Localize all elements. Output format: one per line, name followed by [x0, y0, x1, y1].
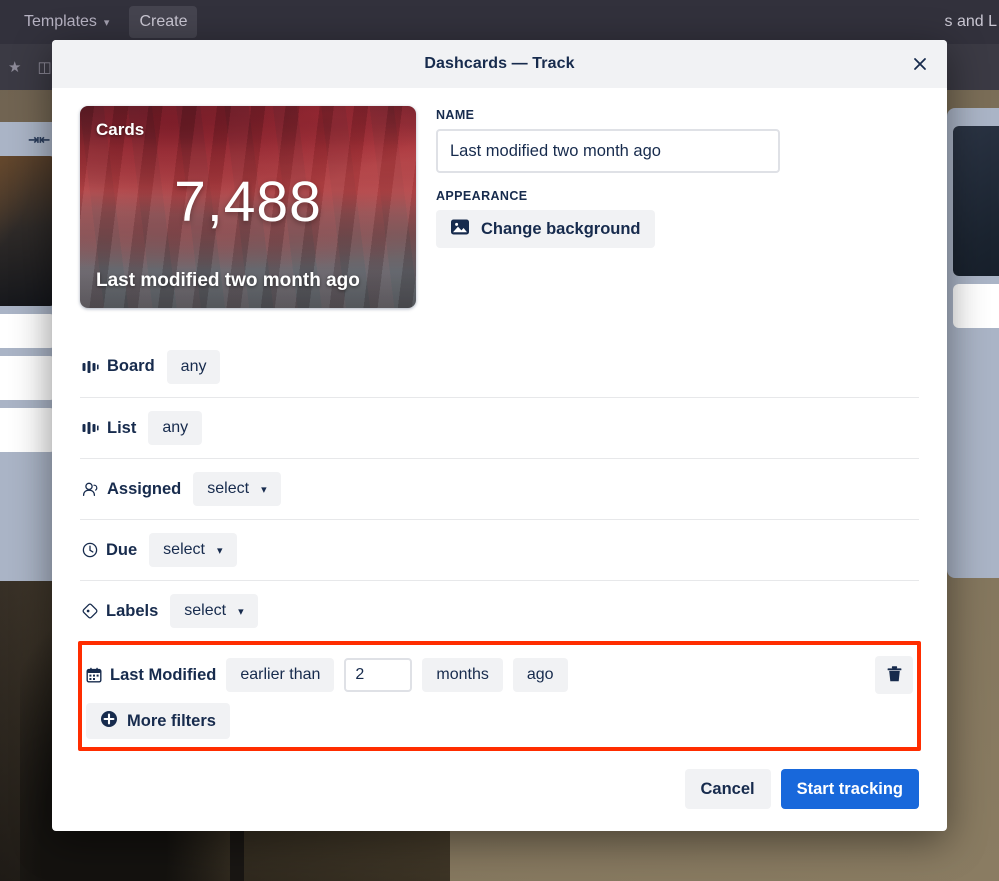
name-input[interactable]	[436, 129, 780, 173]
more-filters-label: More filters	[127, 711, 216, 730]
more-filters-button[interactable]: More filters	[86, 703, 230, 739]
filter-value-label: select	[207, 480, 250, 497]
filter-name: List	[107, 418, 137, 437]
filter-label-list: List	[82, 419, 136, 438]
star-icon: ★	[8, 59, 22, 76]
background-topbar-right: s and L	[945, 0, 999, 44]
filter-name: Board	[107, 357, 155, 375]
trash-icon	[886, 665, 903, 686]
dialog-title: Dashcards — Track	[424, 55, 575, 72]
preview-value: 7,488	[174, 169, 322, 234]
filter-label-board: Board	[82, 357, 155, 376]
change-background-button[interactable]: Change background	[436, 210, 655, 248]
filter-row-last-modified: Last Modified earlier than months ago	[86, 647, 913, 703]
background-card: ath	[0, 156, 56, 306]
filter-row-assigned: Assigned select ▾	[80, 458, 919, 519]
filter-value-due[interactable]: select ▾	[149, 533, 237, 567]
dashcards-track-dialog: Dashcards — Track Cards 7,488 Last modif…	[52, 40, 947, 831]
filter-label-labels: Labels	[82, 602, 158, 621]
last-modified-direction-button[interactable]: ago	[512, 658, 568, 692]
change-background-label: Change background	[481, 219, 641, 238]
filter-value-assigned[interactable]: select ▾	[193, 472, 281, 506]
chevron-down-icon: ▾	[261, 483, 267, 496]
cancel-button[interactable]: Cancel	[684, 769, 771, 809]
filters-section: Board any List any Assigned select ▾ Due…	[78, 336, 921, 751]
clock-icon	[82, 542, 98, 558]
start-tracking-button[interactable]: Start tracking	[780, 769, 919, 809]
board-columns-icon	[82, 421, 99, 435]
workspace-icon: ◫	[37, 59, 52, 76]
filter-name: Due	[106, 540, 138, 559]
dialog-body: Cards 7,488 Last modified two month ago …	[52, 88, 947, 751]
filter-value-board[interactable]: any	[166, 349, 221, 384]
background-list-right	[947, 108, 999, 578]
name-label: NAME	[436, 108, 475, 122]
dashcard-preview[interactable]: Cards 7,488 Last modified two month ago	[80, 106, 416, 308]
unit-label: months	[436, 666, 489, 683]
dashcard-form: NAME APPEARANCE Change background	[436, 106, 919, 248]
filter-name: Labels	[106, 601, 159, 620]
delete-filter-button[interactable]	[875, 656, 913, 694]
card-cover-photo	[953, 126, 999, 276]
templates-label: Templates	[24, 13, 97, 30]
create-button[interactable]: Create	[129, 6, 198, 38]
background-card	[0, 356, 56, 400]
last-modified-amount-input[interactable]	[344, 658, 413, 692]
background-card	[953, 126, 999, 276]
last-modified-highlight-region: Last Modified earlier than months ago	[78, 641, 921, 751]
filter-row-board: Board any	[80, 336, 919, 397]
dialog-footer: Cancel Start tracking	[52, 751, 947, 831]
filter-value-label: select	[184, 602, 227, 619]
filter-label-assigned: Assigned	[82, 480, 181, 499]
filter-row-list: List any	[80, 397, 919, 458]
close-icon[interactable]	[905, 49, 935, 79]
filter-name: Last Modified	[110, 665, 217, 684]
card-cover-photo: ath	[0, 156, 56, 306]
image-icon	[450, 217, 470, 242]
filter-value-label: any	[162, 419, 189, 436]
last-modified-comparator-button[interactable]: earlier than	[226, 658, 335, 692]
preview-title: Cards	[96, 120, 145, 139]
chevron-down-icon: ▾	[216, 544, 223, 557]
templates-menu[interactable]: Templates ▾	[14, 6, 119, 38]
filter-label-last-modified: Last Modified	[86, 666, 216, 685]
chevron-down-icon: ▾	[103, 16, 110, 29]
appearance-label: APPEARANCE	[436, 189, 528, 203]
background-card	[953, 284, 999, 328]
dialog-top-section: Cards 7,488 Last modified two month ago …	[80, 106, 919, 308]
board-columns-icon	[82, 360, 99, 374]
filter-row-labels: Labels select ▾	[80, 580, 919, 641]
direction-label: ago	[526, 666, 554, 683]
filter-name: Assigned	[107, 479, 182, 498]
chevron-down-icon: ▾	[238, 605, 244, 618]
member-icon	[82, 482, 99, 497]
dialog-header: Dashcards — Track	[52, 40, 947, 88]
filter-label-due: Due	[82, 541, 137, 560]
last-modified-unit-button[interactable]: months	[422, 658, 503, 692]
filter-row-due: Due select ▾	[80, 519, 919, 580]
create-label: Create	[139, 13, 188, 30]
filter-value-labels[interactable]: select ▾	[170, 594, 258, 628]
background-card: 3	[0, 314, 56, 348]
background-topbar: Templates ▾ Create s and L	[0, 0, 999, 44]
filter-value-list[interactable]: any	[148, 411, 203, 445]
list-header-right	[953, 114, 999, 126]
collapse-lists-icon[interactable]: ⇥⇤	[0, 128, 56, 156]
label-tag-icon	[82, 603, 98, 619]
filter-value-label: any	[180, 357, 207, 375]
calendar-icon	[86, 667, 102, 683]
preview-subtitle: Last modified two month ago	[96, 270, 360, 291]
filter-value-label: select	[163, 541, 205, 558]
background-card	[0, 408, 56, 452]
comparator-label: earlier than	[240, 666, 321, 683]
plus-circle-icon	[100, 710, 118, 733]
topbar-right-text: s and L	[944, 13, 997, 30]
